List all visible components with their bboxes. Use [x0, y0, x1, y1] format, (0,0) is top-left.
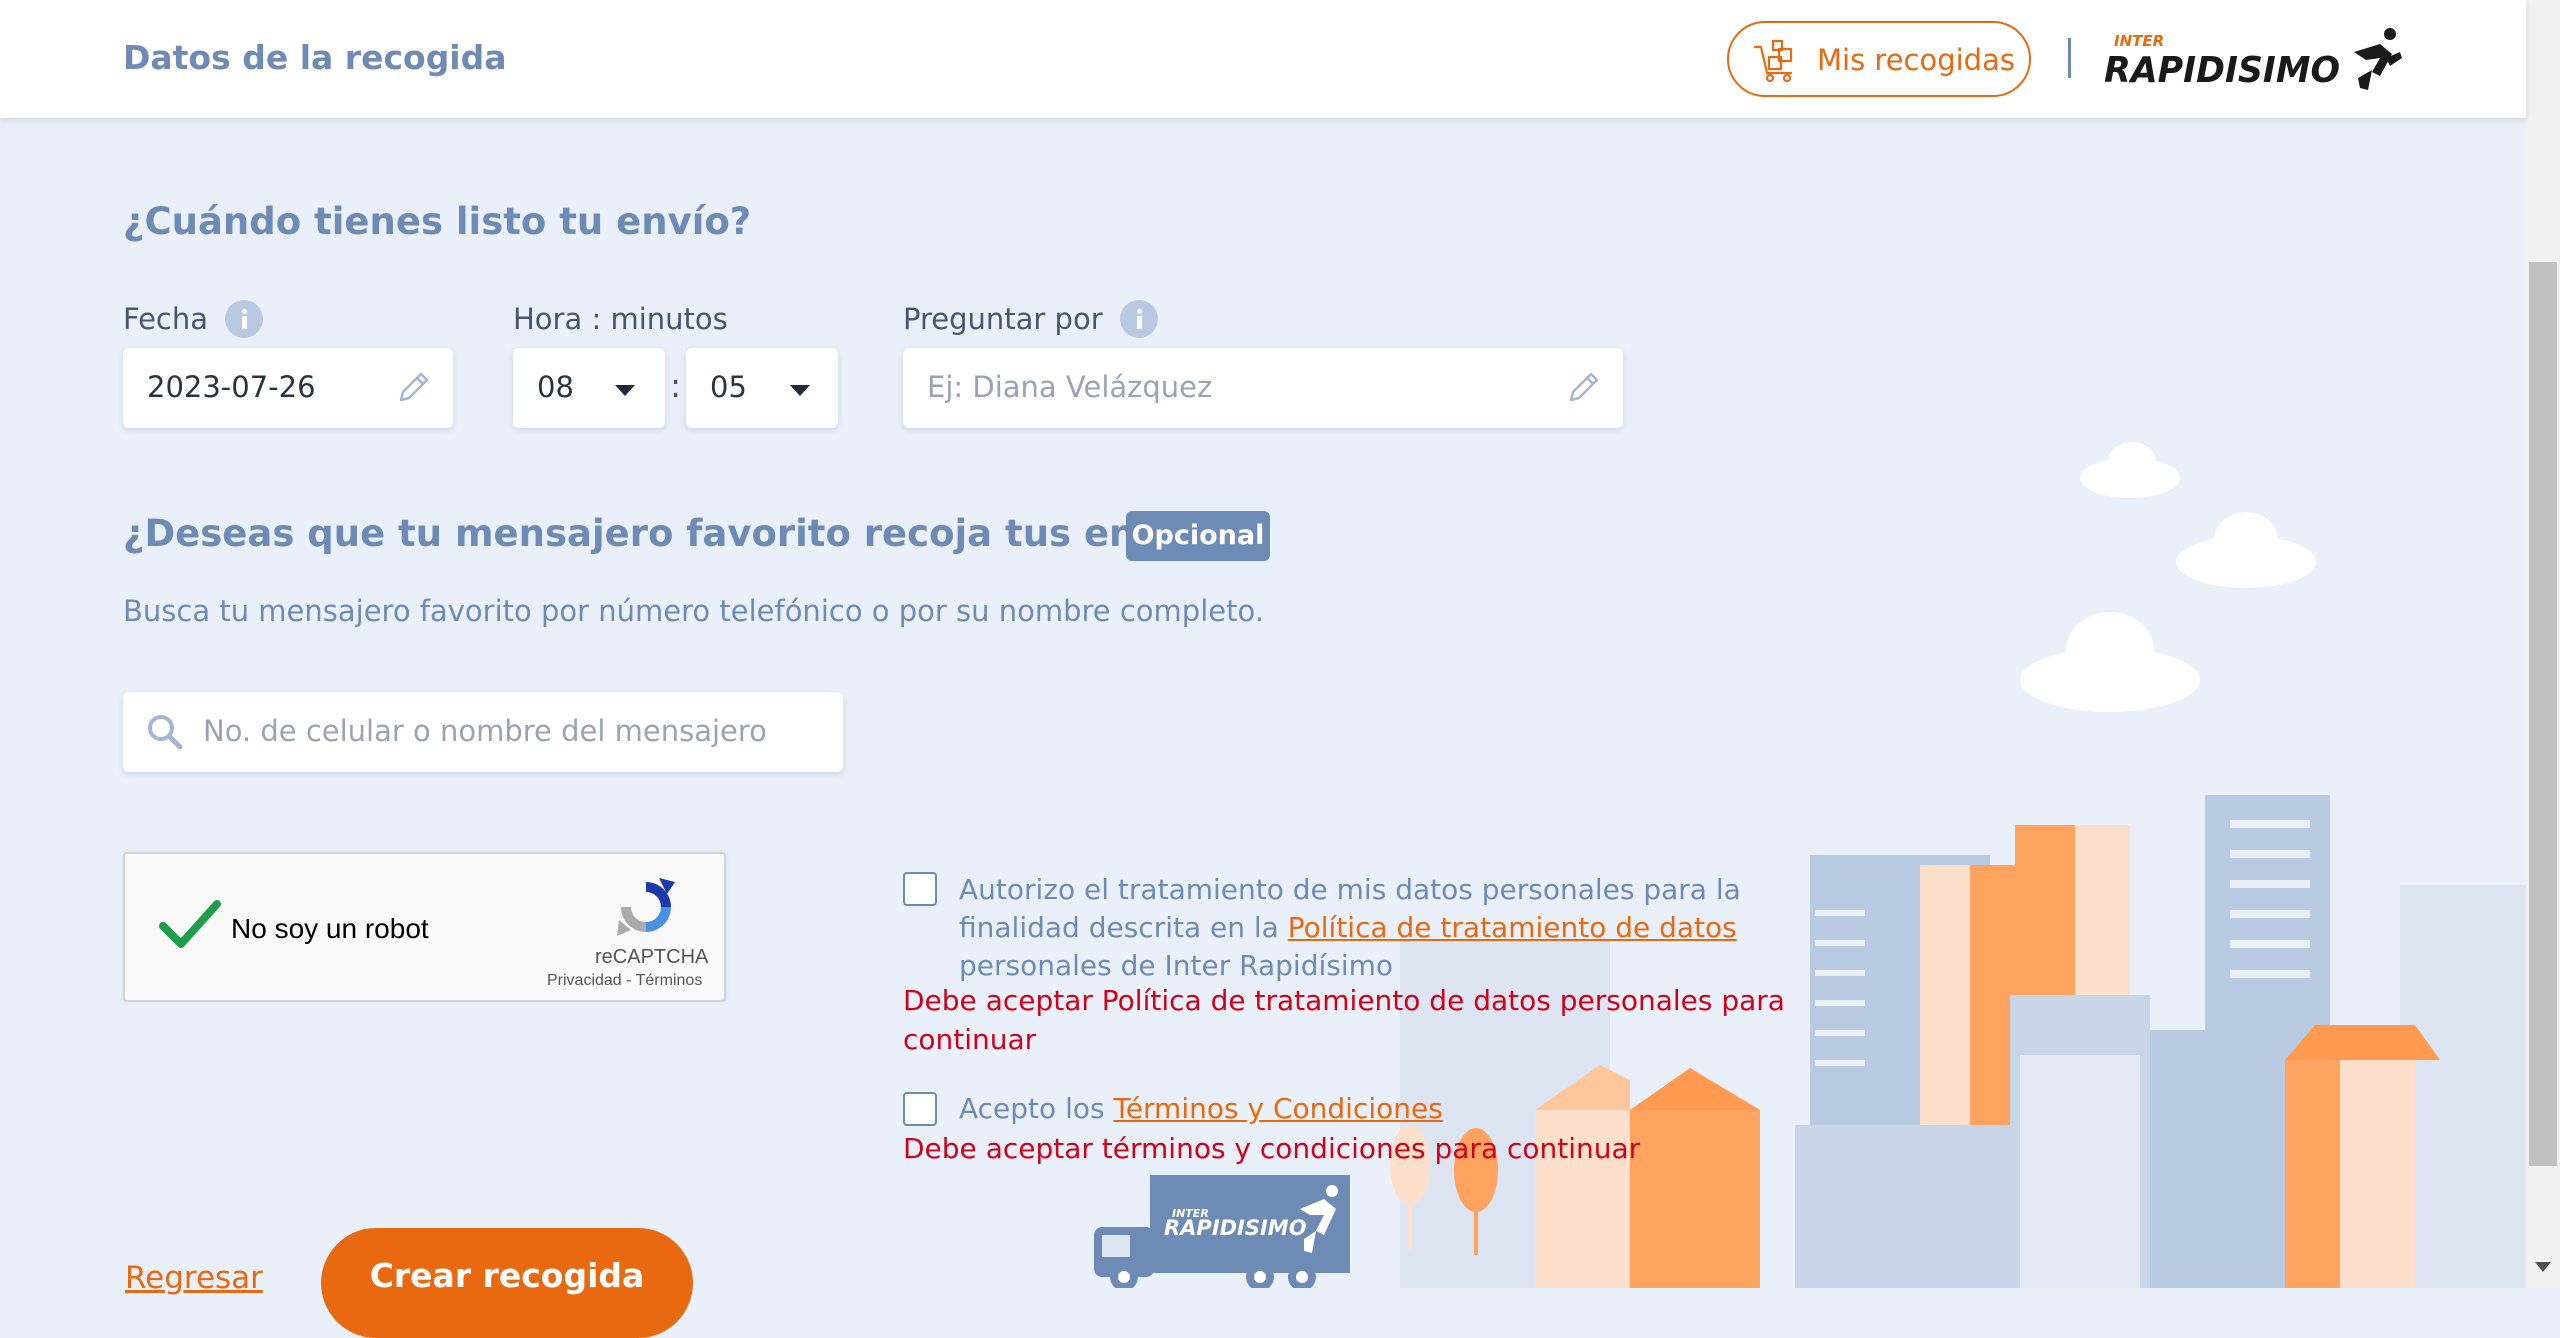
top-header: Datos de la recogida Mis recogidas INTER… [0, 0, 2526, 118]
privacy-checkbox[interactable] [903, 872, 937, 906]
recaptcha-label: No soy un robot [231, 913, 429, 944]
privacy-consent-text: Autorizo el tratamiento de mis datos per… [959, 873, 1741, 982]
cart-boxes-icon [1753, 39, 1793, 83]
page-title: Datos de la recogida [123, 38, 507, 77]
recaptcha-widget[interactable]: No soy un robot reCAPTCHA Privacidad - T… [123, 852, 726, 1002]
terms-consent-text: Acepto los Términos y Condiciones [959, 1092, 1443, 1125]
my-pickups-button[interactable]: Mis recogidas [1727, 21, 2031, 97]
search-icon [148, 715, 183, 750]
pencil-icon [1569, 372, 1599, 402]
minute-select[interactable]: 05 [686, 348, 838, 428]
clouds [2020, 442, 2316, 712]
terms-checkbox[interactable] [903, 1092, 937, 1126]
when-section-title: ¿Cuándo tienes listo tu envío? [123, 200, 752, 243]
messenger-search-input[interactable]: No. de celular o nombre del mensajero [123, 692, 843, 772]
svg-text:RAPIDISIMO: RAPIDISIMO [1164, 1216, 1307, 1240]
messenger-search-placeholder: No. de celular o nombre del mensajero [203, 714, 767, 748]
header-divider [2068, 38, 2071, 78]
chevron-down-icon [615, 385, 635, 396]
date-info-icon[interactable] [225, 300, 263, 338]
privacy-error: Debe aceptar Política de tratamiento de … [903, 984, 1785, 1056]
terms-error: Debe aceptar términos y condiciones para… [903, 1132, 1641, 1165]
svg-text:RAPIDISIMO: RAPIDISIMO [2104, 50, 2340, 91]
delivery-truck: INTER RAPIDISIMO [1094, 1175, 1350, 1288]
recaptcha-logo-icon [617, 878, 675, 936]
minute-value: 05 [710, 370, 747, 404]
ask-for-input[interactable]: Ej: Diana Velázquez [903, 348, 1623, 428]
chevron-down-icon [790, 385, 810, 396]
time-label: Hora : minutos [513, 302, 728, 336]
scroll-down-arrow-icon[interactable] [2535, 1262, 2551, 1272]
back-link[interactable]: Regresar [125, 1260, 263, 1296]
inter-rapidisimo-logo[interactable]: INTER RAPIDISIMO [2100, 24, 2406, 94]
date-label: Fecha [123, 302, 209, 336]
create-pickup-button[interactable]: Crear recogida [321, 1228, 693, 1338]
favorite-section-title: ¿Deseas que tu mensajero favorito recoja… [123, 512, 1242, 555]
date-field[interactable]: 2023-07-26 [123, 348, 453, 428]
terms-link[interactable]: Términos y Condiciones [1113, 1092, 1442, 1125]
time-separator: : [670, 366, 682, 405]
scrollbar-thumb[interactable] [2529, 262, 2557, 1166]
privacy-policy-link[interactable]: Política de tratamiento de datos [1288, 911, 1737, 944]
ask-for-label: Preguntar por [903, 302, 1103, 336]
pencil-icon [399, 372, 429, 402]
recaptcha-brand: reCAPTCHA [595, 946, 709, 968]
my-pickups-label: Mis recogidas [1817, 43, 2015, 77]
date-value: 2023-07-26 [147, 370, 316, 404]
checkmark-icon [159, 900, 221, 948]
ask-for-info-icon[interactable] [1120, 300, 1158, 338]
recaptcha-links[interactable]: Privacidad - Términos [547, 972, 702, 990]
ask-for-placeholder: Ej: Diana Velázquez [927, 370, 1213, 404]
scrollbar[interactable] [2526, 0, 2560, 1288]
hour-value: 08 [537, 370, 574, 404]
hour-select[interactable]: 08 [513, 348, 665, 428]
svg-text:INTER: INTER [2114, 32, 2164, 50]
